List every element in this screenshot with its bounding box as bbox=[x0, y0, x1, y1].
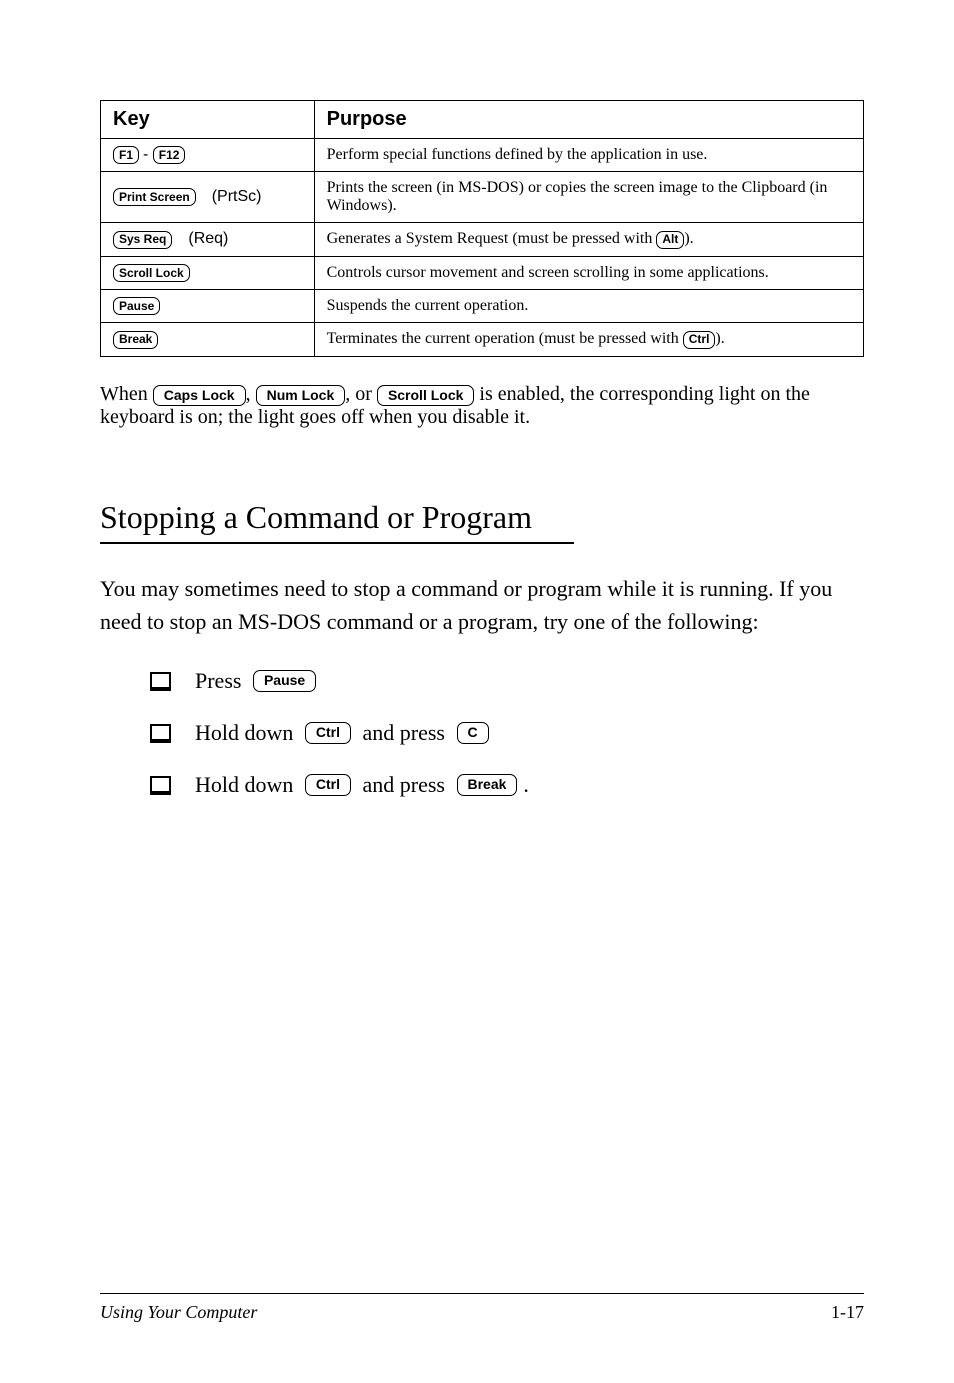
keycap-ctrl: Ctrl bbox=[305, 774, 351, 796]
section-heading: Stopping a Command or Program bbox=[100, 499, 574, 544]
key-extra: (Req) bbox=[188, 230, 228, 247]
bullet-text: Hold down Ctrl and press Break. bbox=[195, 772, 529, 798]
note-sep1: , bbox=[246, 383, 256, 405]
keycap-alt: Alt bbox=[656, 231, 684, 249]
page: Key Purpose F1 - F12 Perform special fun… bbox=[0, 0, 954, 1383]
bullet-icon bbox=[150, 672, 171, 691]
table-row: Pause Suspends the current operation. bbox=[101, 290, 864, 323]
key-cell: Print Screen (PrtSc) bbox=[101, 172, 315, 223]
note-sep2: , or bbox=[345, 383, 377, 405]
keycap-f12: F12 bbox=[153, 146, 186, 164]
bullet-list: Press Pause Hold down Ctrl and press C H… bbox=[100, 668, 864, 798]
bullet-mid: and press bbox=[357, 720, 450, 746]
keycap-ctrl: Ctrl bbox=[305, 722, 351, 744]
desc-cell: Perform special functions defined by the… bbox=[314, 139, 863, 172]
keycap-num-lock: Num Lock bbox=[256, 385, 346, 407]
section-body: You may sometimes need to stop a command… bbox=[100, 572, 864, 638]
note-paragraph: When Caps Lock, Num Lock, or Scroll Lock… bbox=[100, 383, 864, 429]
table-header-row: Key Purpose bbox=[101, 101, 864, 139]
bullet-icon bbox=[150, 776, 171, 795]
keycap-c: C bbox=[457, 722, 489, 744]
bullet-icon bbox=[150, 724, 171, 743]
keycap-break: Break bbox=[457, 774, 518, 796]
keycap-break: Break bbox=[113, 331, 158, 349]
desc-text-pre: Generates a System Request (must be pres… bbox=[327, 230, 657, 247]
table-row: Scroll Lock Controls cursor movement and… bbox=[101, 256, 864, 289]
table-row: Sys Req (Req) Generates a System Request… bbox=[101, 223, 864, 257]
col-header-purpose: Purpose bbox=[314, 101, 863, 139]
bullet-text: Hold down Ctrl and press C bbox=[195, 720, 495, 746]
table-row: Break Terminates the current operation (… bbox=[101, 323, 864, 357]
bullet-pre: Hold down bbox=[195, 772, 299, 798]
key-cell: Break bbox=[101, 323, 315, 357]
page-footer: Using Your Computer 1-17 bbox=[100, 1293, 864, 1323]
desc-text-post: ). bbox=[715, 330, 724, 347]
key-cell: Pause bbox=[101, 290, 315, 323]
key-cell: Sys Req (Req) bbox=[101, 223, 315, 257]
bullet-text: Press Pause bbox=[195, 668, 322, 694]
desc-cell: Controls cursor movement and screen scro… bbox=[314, 256, 863, 289]
keycap-pause: Pause bbox=[113, 297, 160, 315]
footer-left: Using Your Computer bbox=[100, 1302, 257, 1323]
desc-text-post: ). bbox=[684, 230, 693, 247]
col-header-key: Key bbox=[101, 101, 315, 139]
keycap-ctrl: Ctrl bbox=[683, 331, 716, 349]
keycap-scroll-lock: Scroll Lock bbox=[113, 264, 190, 282]
desc-cell: Suspends the current operation. bbox=[314, 290, 863, 323]
desc-text-pre: Terminates the current operation (must b… bbox=[327, 330, 683, 347]
footer-right: 1-17 bbox=[831, 1302, 864, 1323]
keycap-scroll-lock: Scroll Lock bbox=[377, 385, 474, 407]
key-separator: - bbox=[143, 146, 153, 163]
table-row: F1 - F12 Perform special functions defin… bbox=[101, 139, 864, 172]
note-pre: When bbox=[100, 383, 153, 405]
keycap-sys-req: Sys Req bbox=[113, 231, 172, 249]
bullet-pre: Hold down bbox=[195, 720, 299, 746]
list-item: Hold down Ctrl and press Break. bbox=[100, 772, 864, 798]
table-row: Print Screen (PrtSc) Prints the screen (… bbox=[101, 172, 864, 223]
desc-cell: Generates a System Request (must be pres… bbox=[314, 223, 863, 257]
keycap-f1: F1 bbox=[113, 146, 139, 164]
list-item: Hold down Ctrl and press C bbox=[100, 720, 864, 746]
desc-cell: Terminates the current operation (must b… bbox=[314, 323, 863, 357]
key-cell: F1 - F12 bbox=[101, 139, 315, 172]
key-extra: (PrtSc) bbox=[212, 188, 262, 205]
bullet-post: . bbox=[523, 772, 529, 798]
keycap-pause: Pause bbox=[253, 670, 316, 692]
bullet-mid: and press bbox=[357, 772, 450, 798]
list-item: Press Pause bbox=[100, 668, 864, 694]
keycap-caps-lock: Caps Lock bbox=[153, 385, 246, 407]
key-cell: Scroll Lock bbox=[101, 256, 315, 289]
keys-table: Key Purpose F1 - F12 Perform special fun… bbox=[100, 100, 864, 357]
bullet-pre: Press bbox=[195, 668, 247, 694]
desc-cell: Prints the screen (in MS-DOS) or copies … bbox=[314, 172, 863, 223]
keycap-print-screen: Print Screen bbox=[113, 188, 196, 206]
